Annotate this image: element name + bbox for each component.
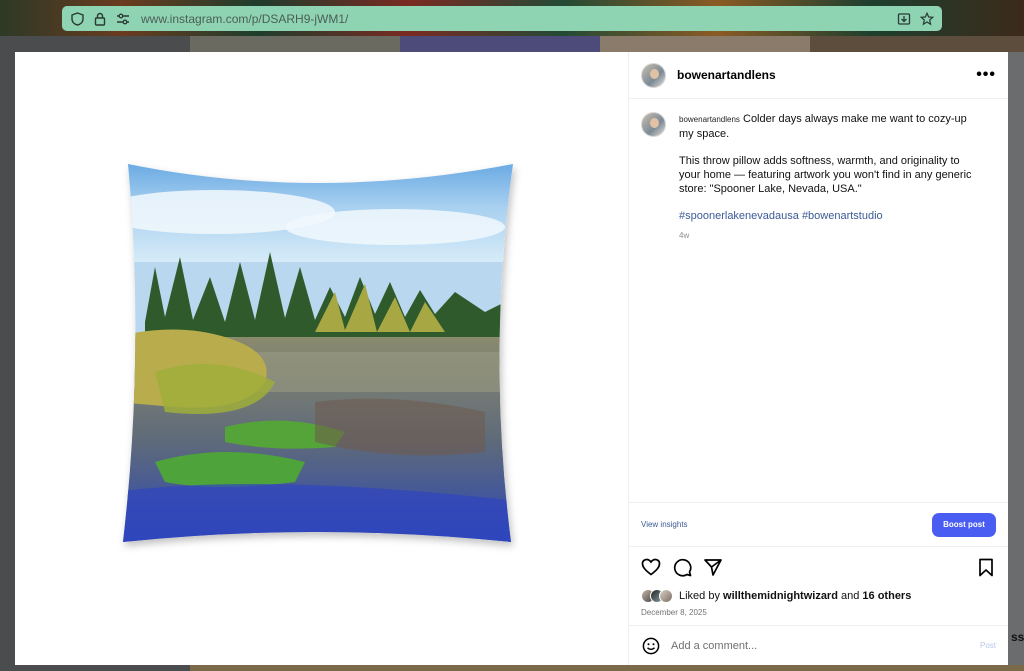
background-edge-text: ssa [1011, 630, 1024, 644]
liker-avatar[interactable] [659, 589, 673, 603]
download-icon[interactable] [897, 12, 911, 26]
view-insights-link[interactable]: View insights [641, 520, 688, 529]
comment-row: Post [629, 625, 1008, 665]
header-username[interactable]: bowenartandlens [677, 68, 776, 82]
insights-row: View insights Boost post [629, 502, 1008, 547]
emoji-icon[interactable] [641, 636, 661, 656]
bookmark-icon[interactable] [976, 557, 996, 577]
caption-time[interactable]: 4w [679, 229, 984, 243]
liker-username[interactable]: willthemidnightwizard [723, 590, 838, 602]
comment-icon[interactable] [672, 557, 692, 577]
pillow-photo [123, 164, 513, 542]
heart-icon[interactable] [641, 557, 661, 577]
post-date[interactable]: December 8, 2025 [629, 605, 1008, 625]
likes-text: Liked by willthemidnightwizard and 16 ot… [679, 590, 911, 602]
caption: bowenartandlens Colder days always make … [629, 99, 1008, 502]
action-bar [629, 547, 1008, 587]
post-sidebar: bowenartandlens ••• bowenartandlens Cold… [628, 52, 1008, 665]
likes-others-link[interactable]: 16 others [862, 590, 911, 602]
browser-toolbar: www.instagram.com/p/DSARH9-jWM1/ [0, 0, 1024, 36]
comment-input[interactable] [671, 639, 970, 652]
hashtag-link[interactable]: #spoonerlakenevadausa [679, 210, 799, 222]
caption-line1: bowenartandlens Colder days always make … [679, 112, 984, 141]
shield-icon[interactable] [70, 11, 84, 26]
star-icon[interactable] [920, 11, 934, 26]
share-icon[interactable] [703, 557, 723, 577]
boost-post-button[interactable]: Boost post [932, 512, 996, 537]
post-header: bowenartandlens ••• [629, 52, 1008, 99]
address-bar[interactable]: www.instagram.com/p/DSARH9-jWM1/ [62, 6, 942, 31]
more-options-button[interactable]: ••• [976, 66, 996, 84]
caption-username[interactable]: bowenartandlens [679, 115, 740, 124]
hashtags: #spoonerlakenevadausa #bowenartstudio [679, 209, 984, 223]
post-image[interactable] [15, 52, 628, 665]
post-comment-button[interactable]: Post [980, 641, 996, 650]
caption-avatar[interactable] [641, 112, 666, 137]
hashtag-link[interactable]: #bowenartstudio [802, 210, 883, 222]
likes-prefix: Liked by [679, 590, 720, 602]
likes-row: Liked by willthemidnightwizard and 16 ot… [629, 587, 1008, 605]
avatar[interactable] [641, 62, 666, 88]
caption-text2: This throw pillow adds softness, warmth,… [679, 155, 972, 195]
post-modal: bowenartandlens ••• bowenartandlens Cold… [15, 52, 1008, 665]
likes-and: and [841, 590, 860, 602]
caption-body: bowenartandlens Colder days always make … [679, 112, 984, 502]
url-text[interactable]: www.instagram.com/p/DSARH9-jWM1/ [141, 12, 888, 26]
permissions-icon[interactable] [116, 12, 130, 26]
lock-icon[interactable] [93, 12, 107, 26]
